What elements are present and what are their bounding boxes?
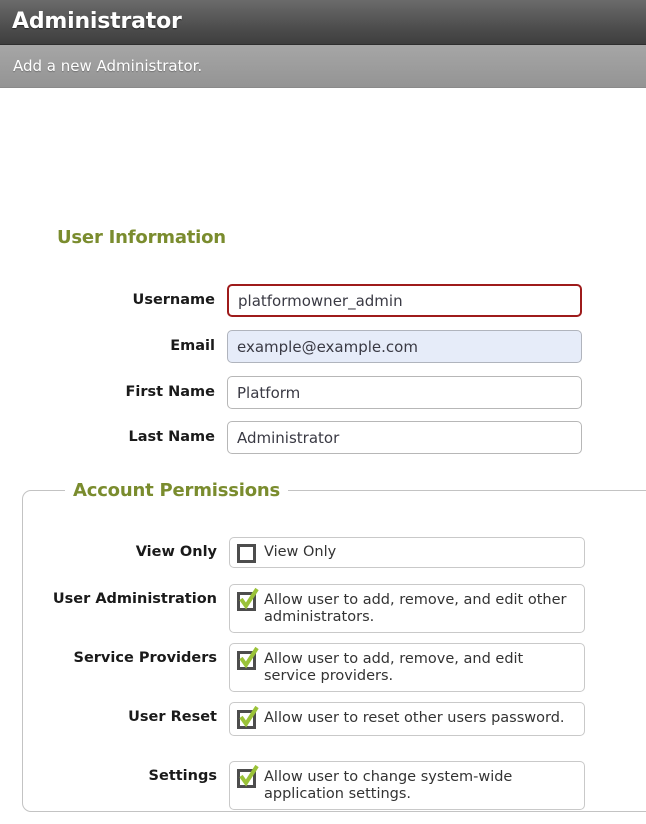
field-row-username: Username — [0, 284, 646, 318]
permission-toggle-user-administration[interactable]: Allow user to add, remove, and edit othe… — [229, 584, 585, 633]
account-permissions-fieldset: Account Permissions View Only View Only … — [22, 480, 646, 812]
permission-description: Allow user to change system-wide applica… — [264, 769, 513, 802]
permission-row-user-reset: User Reset Allow user to reset other use… — [1, 702, 646, 736]
permission-description: Allow user to reset other users password… — [264, 710, 565, 726]
permission-row-user-administration: User Administration Allow user to add, r… — [1, 584, 646, 633]
label-user-reset: User Reset — [128, 709, 217, 725]
permission-description: Allow user to add, remove, and edit serv… — [264, 651, 524, 684]
permission-row-settings: Settings Allow user to change system-wid… — [1, 761, 646, 810]
checkmark-icon — [239, 646, 259, 669]
account-permissions-legend: Account Permissions — [73, 480, 281, 501]
email-input[interactable] — [227, 330, 582, 363]
page-title: Administrator — [12, 9, 182, 34]
permission-toggle-user-reset[interactable]: Allow user to reset other users password… — [229, 702, 585, 736]
page-header: Administrator — [0, 0, 646, 45]
checkbox-unchecked-icon[interactable] — [237, 543, 256, 563]
checkmark-icon — [239, 764, 259, 787]
checkbox-checked-icon[interactable] — [237, 587, 259, 611]
checkbox-checked-icon[interactable] — [237, 646, 259, 670]
permission-toggle-service-providers[interactable]: Allow user to add, remove, and edit serv… — [229, 643, 585, 692]
permission-toggle-view-only[interactable]: View Only — [229, 537, 585, 568]
checkmark-icon — [239, 587, 259, 610]
first-name-input[interactable] — [227, 376, 582, 409]
username-input[interactable] — [227, 284, 582, 317]
permission-toggle-settings[interactable]: Allow user to change system-wide applica… — [229, 761, 585, 810]
field-row-last-name: Last Name — [0, 421, 646, 455]
checkmark-icon — [239, 705, 259, 728]
label-settings: Settings — [148, 768, 217, 784]
field-row-first-name: First Name — [0, 376, 646, 410]
label-last-name: Last Name — [128, 429, 216, 445]
label-service-providers: Service Providers — [73, 650, 218, 666]
label-user-administration: User Administration — [52, 591, 217, 607]
permission-description: Allow user to add, remove, and edit othe… — [264, 592, 567, 625]
permission-row-service-providers: Service Providers Allow user to add, rem… — [1, 643, 646, 692]
page-subheader: Add a new Administrator. — [0, 45, 646, 88]
permission-row-view-only: View Only View Only — [1, 537, 646, 568]
field-row-email: Email — [0, 330, 646, 364]
checkbox-checked-icon[interactable] — [237, 764, 259, 788]
permission-description: View Only — [264, 544, 337, 560]
label-email: Email — [170, 338, 215, 354]
label-first-name: First Name — [125, 384, 216, 400]
checkbox-checked-icon[interactable] — [237, 705, 259, 729]
page-subtitle: Add a new Administrator. — [13, 56, 203, 75]
label-view-only: View Only — [135, 544, 217, 560]
last-name-input[interactable] — [227, 421, 582, 454]
label-username: Username — [132, 292, 215, 308]
user-information-heading: User Information — [57, 227, 226, 248]
